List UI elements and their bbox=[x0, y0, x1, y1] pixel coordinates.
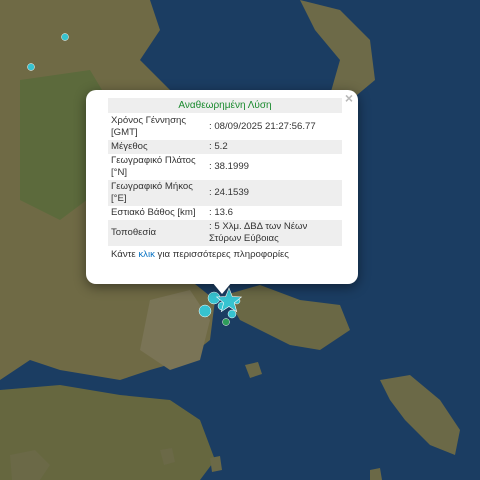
seismic-map[interactable]: × Αναθεωρημένη Λύση Χρόνος Γέννησης [GMT… bbox=[0, 0, 480, 480]
older-event-marker[interactable] bbox=[222, 318, 230, 326]
more-info-suffix: για περισσότερες πληροφορίες bbox=[154, 249, 289, 260]
remote-event-marker[interactable] bbox=[27, 63, 35, 71]
magnitude-value: : 5.2 bbox=[206, 140, 342, 154]
table-row: Χρόνος Γέννησης [GMT] : 08/09/2025 21:27… bbox=[108, 114, 342, 140]
aftershock-marker[interactable] bbox=[227, 309, 237, 319]
popup-title: Αναθεωρημένη Λύση bbox=[108, 98, 342, 113]
more-info-link[interactable]: κλικ bbox=[138, 249, 155, 260]
event-details-table: Χρόνος Γέννησης [GMT] : 08/09/2025 21:27… bbox=[108, 114, 342, 246]
popup-pointer bbox=[212, 282, 232, 294]
remote-event-marker[interactable] bbox=[61, 33, 69, 41]
more-info-prefix: Κάντε bbox=[111, 249, 139, 260]
close-popup-button[interactable]: × bbox=[345, 91, 353, 105]
longitude-label: Γεωγραφικό Μήκος [°E] bbox=[108, 180, 206, 206]
origin-time-value: : 08/09/2025 21:27:56.77 bbox=[209, 121, 316, 132]
aftershock-marker[interactable] bbox=[198, 304, 212, 318]
latitude-label: Γεωγραφικό Πλάτος [°N] bbox=[111, 155, 196, 178]
depth-value: : 13.6 bbox=[209, 207, 234, 218]
longitude-value: : 24.1539 bbox=[206, 180, 342, 206]
location-label: Τοποθεσία bbox=[108, 220, 206, 246]
magnitude-label: Μέγεθος bbox=[108, 140, 206, 154]
event-info-popup: × Αναθεωρημένη Λύση Χρόνος Γέννησης [GMT… bbox=[86, 90, 358, 284]
latitude-value: : 38.1999 bbox=[209, 161, 250, 172]
origin-time-label: Χρόνος Γέννησης [GMT] bbox=[111, 115, 186, 138]
table-row: Γεωγραφικό Πλάτος [°N] : 38.1999 bbox=[108, 154, 342, 180]
more-info-line: Κάντε κλικ για περισσότερες πληροφορίες bbox=[108, 249, 342, 260]
depth-label: Εστιακό Βάθος [km] bbox=[111, 207, 196, 218]
table-row: Μέγεθος : 5.2 bbox=[108, 140, 342, 154]
table-row: Εστιακό Βάθος [km] : 13.6 bbox=[108, 206, 342, 220]
table-row: Γεωγραφικό Μήκος [°E] : 24.1539 bbox=[108, 180, 342, 206]
location-value: : 5 Χλμ. ΔΒΔ των Νέων Στύρων Εύβοιας bbox=[206, 220, 342, 246]
table-row: Τοποθεσία : 5 Χλμ. ΔΒΔ των Νέων Στύρων Ε… bbox=[108, 220, 342, 246]
